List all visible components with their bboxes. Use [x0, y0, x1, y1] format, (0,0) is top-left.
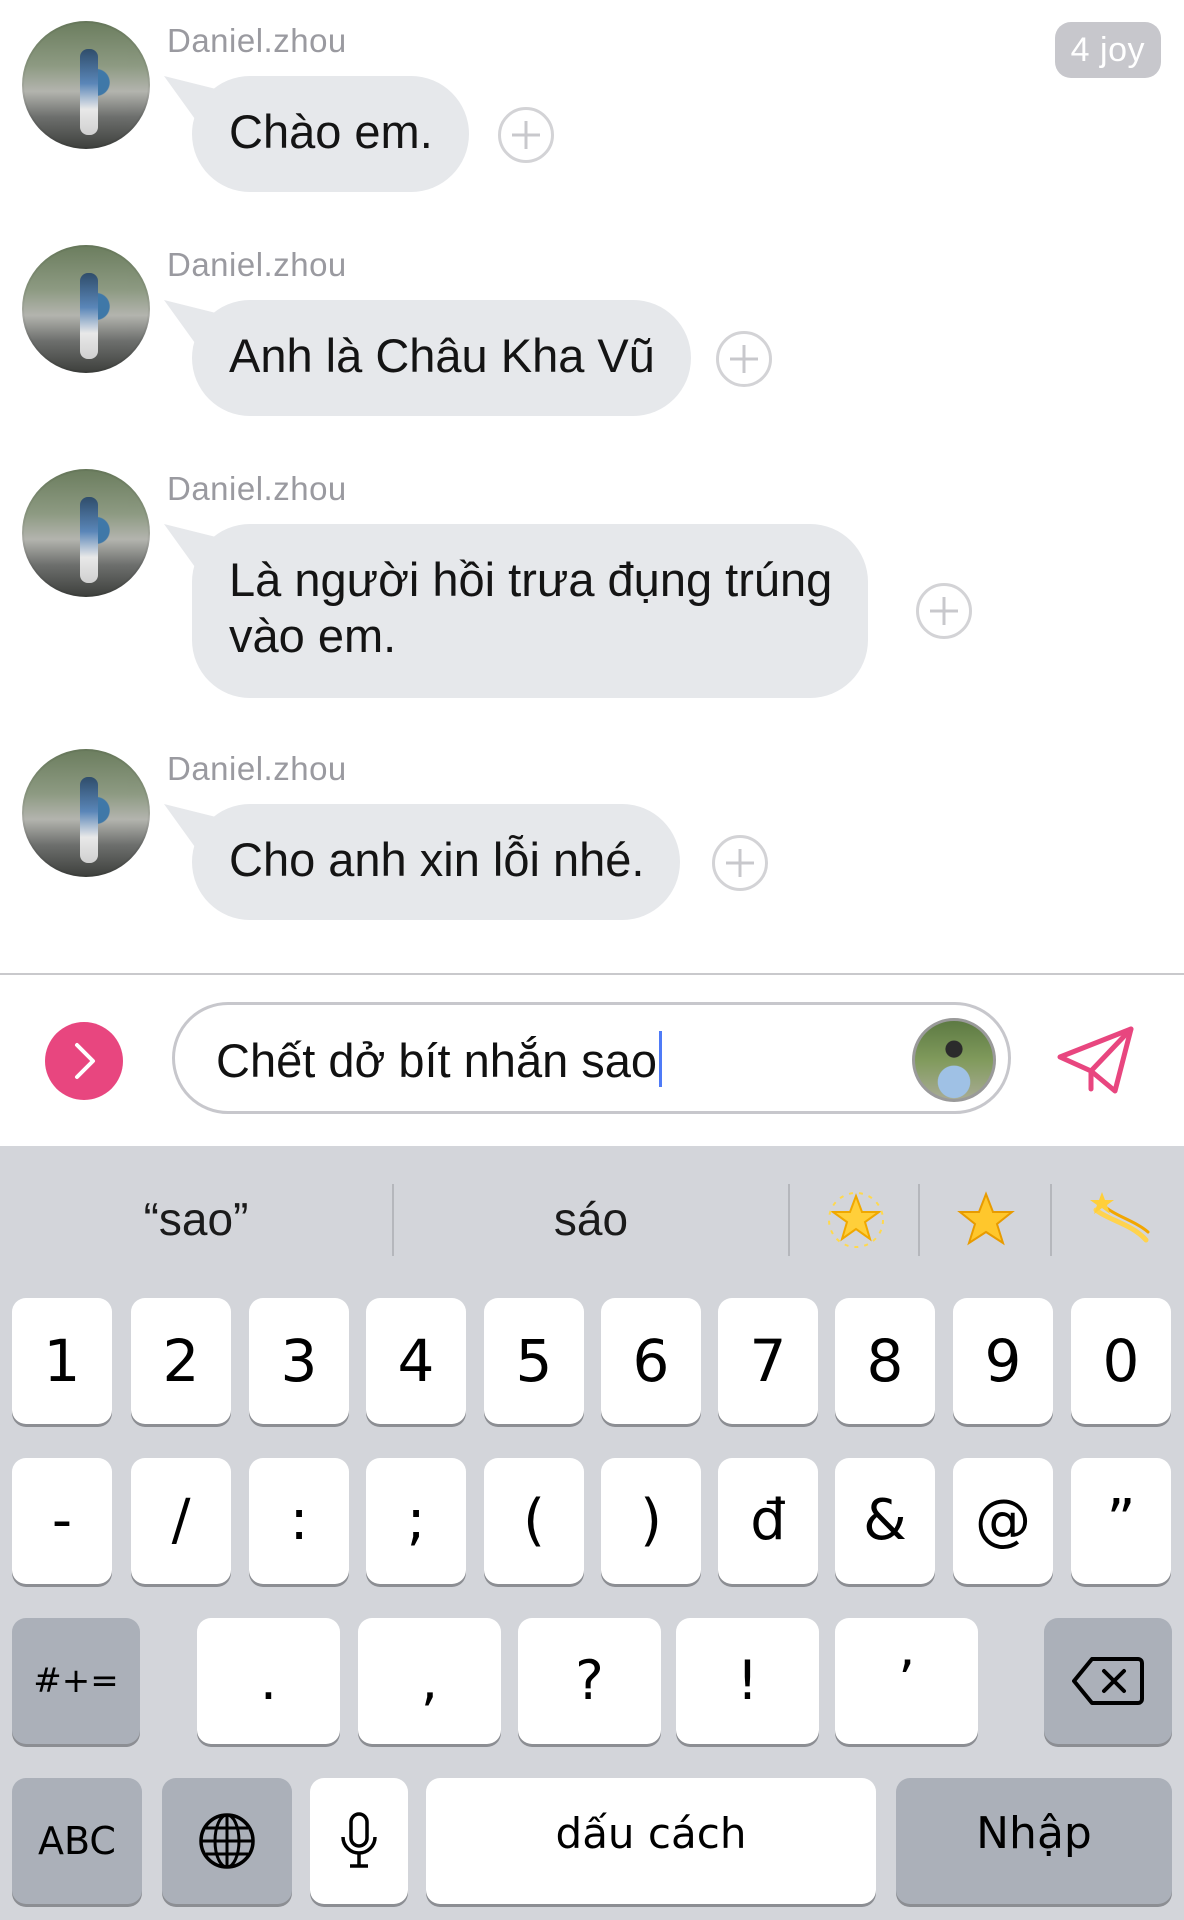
key-semicolon[interactable]: ; [366, 1458, 466, 1584]
message-bubble[interactable]: Cho anh xin lỗi nhé. [192, 804, 681, 920]
chevron-right-icon [75, 1043, 95, 1079]
key-6[interactable]: 6 [601, 1298, 701, 1424]
suggestion-bar: “sao” sáo [0, 1146, 1184, 1292]
key-d-stroke[interactable]: đ [718, 1458, 818, 1584]
sender-name: Daniel.zhou [167, 470, 347, 507]
message-bubble[interactable]: Anh là Châu Kha Vũ [192, 300, 691, 416]
dictation-key[interactable] [310, 1778, 408, 1904]
keyboard: “sao” sáo 1 2 3 4 5 6 7 8 9 0 - /: ; (… [0, 1146, 1184, 1920]
key-5[interactable]: 5 [484, 1298, 584, 1424]
key-quote[interactable]: ” [1071, 1458, 1171, 1584]
globe-key[interactable] [162, 1778, 292, 1904]
key-question[interactable]: ? [518, 1618, 661, 1744]
suggestion-divider [1050, 1184, 1052, 1256]
sender-avatar[interactable] [22, 21, 150, 149]
message-input-text: Chết dở bít nhắn sao [216, 1034, 658, 1087]
expand-button[interactable] [45, 1022, 123, 1100]
key-comma[interactable]: , [358, 1618, 501, 1744]
backspace-key[interactable] [1044, 1618, 1172, 1744]
sender-name: Daniel.zhou [167, 22, 347, 59]
suggestion-divider [918, 1184, 920, 1256]
backspace-icon [1072, 1657, 1144, 1705]
text-caret [659, 1031, 663, 1087]
space-key[interactable]: dấu cách [426, 1778, 876, 1904]
key-hyphen[interactable]: - [12, 1458, 112, 1584]
sender-avatar[interactable] [22, 245, 150, 373]
globe-icon [199, 1813, 255, 1869]
message-input[interactable]: Chết dở bít nhắn sao [172, 1002, 1011, 1114]
key-apostrophe[interactable]: ’ [835, 1618, 978, 1744]
glowing-star-icon[interactable] [826, 1190, 886, 1250]
return-key[interactable]: Nhập [896, 1778, 1172, 1904]
microphone-icon [341, 1812, 377, 1868]
key-period[interactable]: . [197, 1618, 340, 1744]
key-0[interactable]: 0 [1071, 1298, 1171, 1424]
send-icon[interactable] [1057, 1025, 1135, 1097]
suggestion-item[interactable]: sáo [394, 1146, 788, 1292]
suggestion-divider [788, 1184, 790, 1256]
key-1[interactable]: 1 [12, 1298, 112, 1424]
reaction-badge[interactable]: 4 joy [1054, 22, 1161, 78]
add-reaction-icon[interactable] [498, 107, 554, 163]
add-reaction-icon[interactable] [916, 583, 972, 639]
key-colon[interactable]: : [249, 1458, 349, 1584]
add-reaction-icon[interactable] [712, 835, 768, 891]
key-abc[interactable]: ABC [12, 1778, 142, 1904]
message-bubble[interactable]: Chào em. [192, 76, 469, 192]
suggestion-item[interactable]: “sao” [0, 1146, 392, 1292]
key-close-paren[interactable]: ) [601, 1458, 701, 1584]
key-9[interactable]: 9 [953, 1298, 1053, 1424]
key-3[interactable]: 3 [249, 1298, 349, 1424]
message-composer: Chết dở bít nhắn sao [0, 973, 1184, 1146]
sender-name: Daniel.zhou [167, 246, 347, 283]
key-exclamation[interactable]: ! [676, 1618, 819, 1744]
key-8[interactable]: 8 [835, 1298, 935, 1424]
message-bubble[interactable]: Là người hồi trưa đụng trúng vào em. [192, 524, 869, 698]
dizzy-icon[interactable] [1088, 1190, 1152, 1254]
persona-avatar[interactable] [912, 1018, 996, 1102]
sender-avatar[interactable] [22, 469, 150, 597]
sender-avatar[interactable] [22, 749, 150, 877]
key-more-symbols[interactable]: #+= [12, 1618, 140, 1744]
sender-name: Daniel.zhou [167, 750, 347, 787]
key-2[interactable]: 2 [131, 1298, 231, 1424]
key-open-paren[interactable]: ( [484, 1458, 584, 1584]
key-7[interactable]: 7 [718, 1298, 818, 1424]
key-4[interactable]: 4 [366, 1298, 466, 1424]
add-reaction-icon[interactable] [716, 331, 772, 387]
chat-thread: 4 joy Daniel.zhou Chào em. Daniel.zhou A… [0, 0, 1184, 973]
key-ampersand[interactable]: & [835, 1458, 935, 1584]
star-icon[interactable] [956, 1190, 1016, 1250]
key-at[interactable]: @ [953, 1458, 1053, 1584]
key-slash[interactable]: / [131, 1458, 231, 1584]
